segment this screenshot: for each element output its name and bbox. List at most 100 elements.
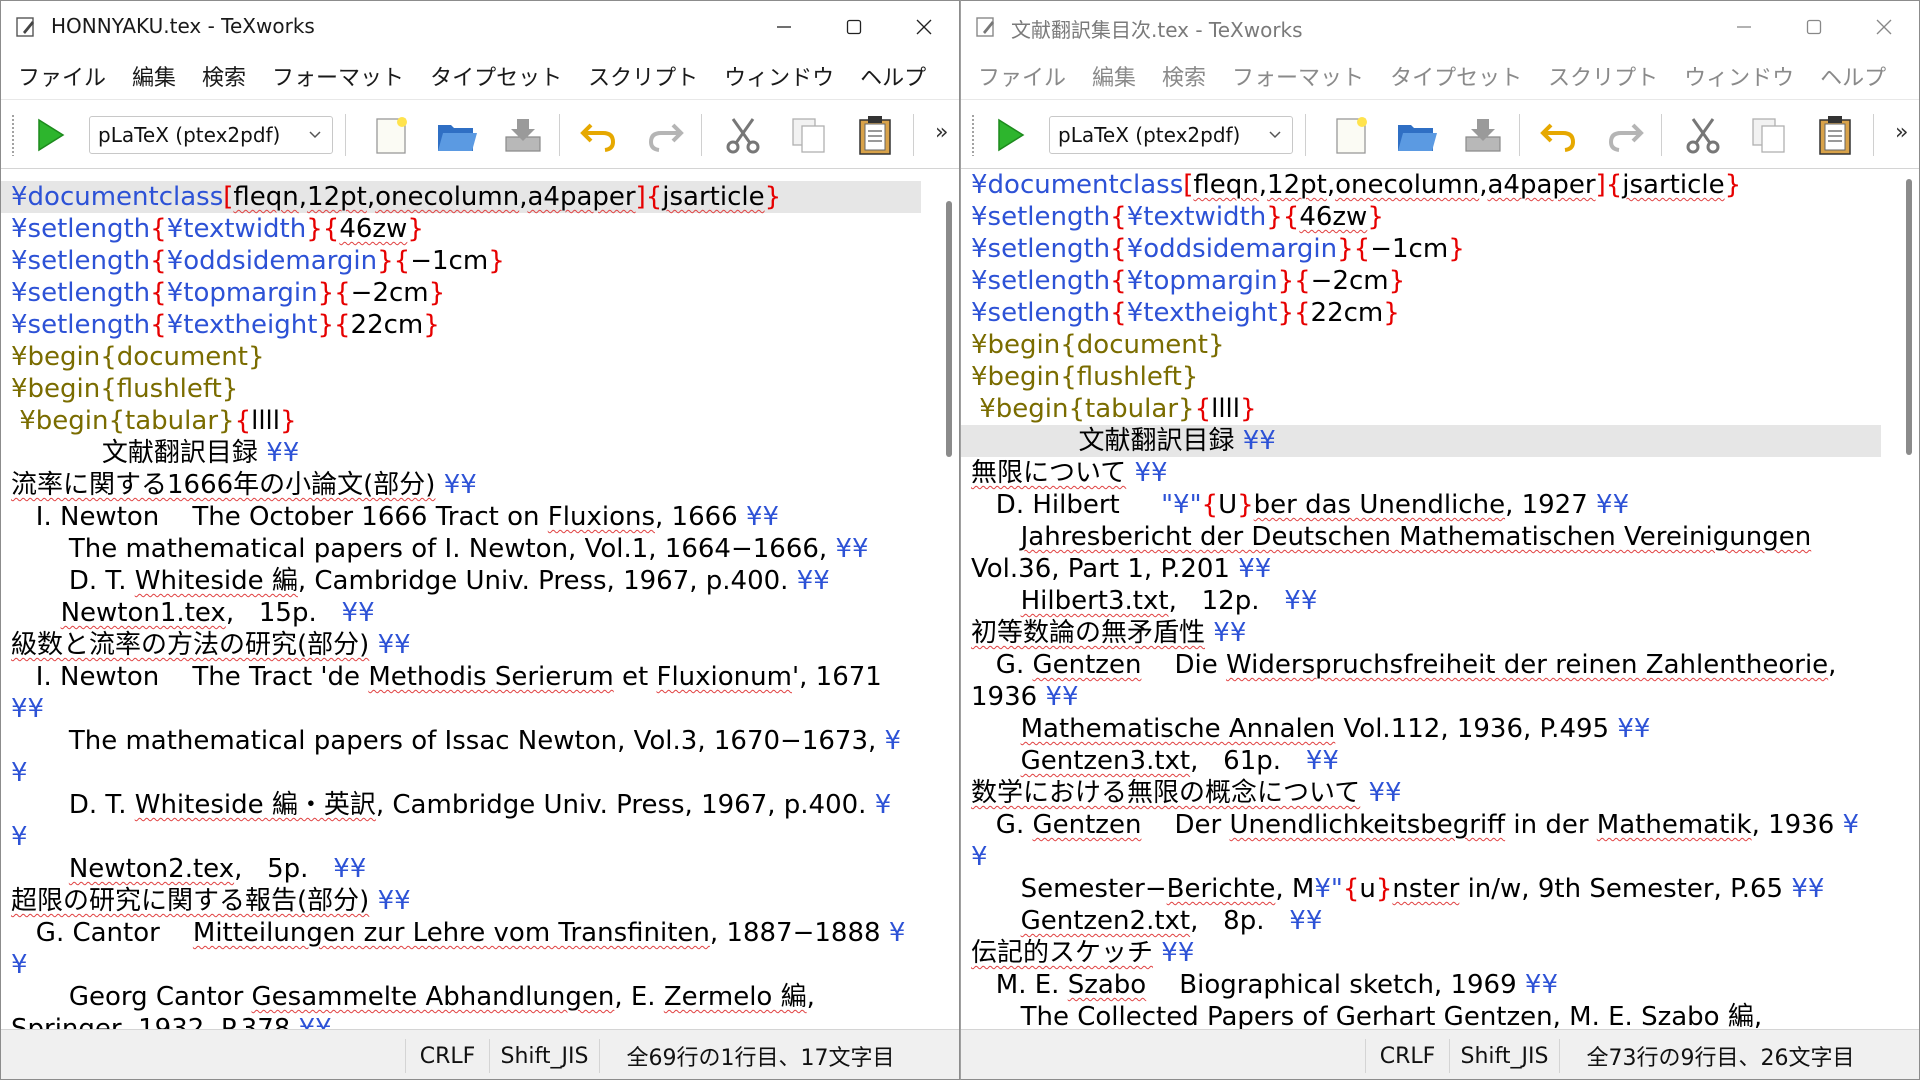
source-line[interactable]: D. T. Whiteside 編・英訳, Cambridge Univ. Pr… [11, 789, 891, 821]
minimize-button[interactable] [749, 1, 819, 53]
source-line[interactable]: ¥begin{flushleft} [971, 361, 1198, 393]
source-line[interactable]: 数学における無限の概念について ¥¥ [971, 777, 1402, 809]
source-line[interactable]: ¥setlength{¥textheight}{22cm} [11, 309, 440, 341]
vertical-scrollbar[interactable] [939, 169, 959, 1031]
source-line[interactable]: I. Newton The Tract 'de Methodis Serieru… [11, 661, 882, 693]
cursor-position-status[interactable]: 全73行の9行目、26文字目 [1559, 1039, 1881, 1073]
undo-button[interactable] [575, 112, 623, 158]
source-line[interactable]: ¥setlength{¥oddsidemargin}{−1cm} [11, 245, 505, 277]
source-line[interactable]: 文献翻訳目録 ¥¥ [11, 437, 299, 469]
source-line[interactable]: Georg Cantor Gesammelte Abhandlungen, E.… [11, 981, 815, 1013]
source-line[interactable]: Gentzen3.txt, 61p. ¥¥ [971, 745, 1339, 777]
source-line[interactable]: Newton2.tex, 5p. ¥¥ [11, 853, 366, 885]
source-line[interactable]: ¥documentclass[fleqn,12pt,onecolumn,a4pa… [971, 169, 1741, 201]
menu-search[interactable]: 検索 [1162, 60, 1206, 92]
menu-typeset[interactable]: タイプセット [1390, 60, 1522, 92]
source-line[interactable]: Hilbert3.txt, 12p. ¥¥ [971, 585, 1318, 617]
scrollbar-thumb[interactable] [1906, 179, 1912, 455]
current-source-line[interactable]: ¥documentclass[fleqn,12pt,onecolumn,a4pa… [1, 181, 921, 213]
source-line[interactable]: I. Newton The October 1666 Tract on Flux… [11, 501, 779, 533]
maximize-button[interactable] [819, 1, 889, 53]
source-line[interactable]: G. Cantor Mitteilungen zur Lehre vom Tra… [11, 917, 906, 949]
menu-edit[interactable]: 編集 [1092, 60, 1136, 92]
source-line[interactable]: ¥ [11, 949, 28, 981]
title-bar[interactable]: HONNYAKU.tex - TeXworks [1, 1, 959, 53]
source-line[interactable]: 級数と流率の方法の研究(部分) ¥¥ [11, 629, 411, 661]
copy-button[interactable] [785, 112, 833, 158]
overflow-chevron-icon[interactable]: » [935, 120, 948, 145]
menu-scripts[interactable]: スクリプト [1548, 60, 1658, 92]
source-line[interactable]: ¥ [11, 821, 28, 853]
source-line[interactable]: The mathematical papers of I. Newton, Vo… [11, 533, 869, 565]
scrollbar-thumb[interactable] [946, 201, 952, 457]
source-line[interactable]: The mathematical papers of Issac Newton,… [11, 725, 901, 757]
source-line[interactable]: The Collected Papers of Gerhart Gentzen,… [971, 1001, 1763, 1031]
source-editor[interactable]: ¥documentclass[fleqn,12pt,onecolumn,a4pa… [1, 169, 941, 1031]
new-file-button[interactable] [367, 112, 415, 158]
source-line[interactable]: ¥setlength{¥textheight}{22cm} [971, 297, 1400, 329]
line-ending-status[interactable]: CRLF [1365, 1039, 1449, 1073]
menu-format[interactable]: フォーマット [272, 60, 404, 92]
source-line[interactable]: ¥setlength{¥topmargin}{−2cm} [971, 265, 1405, 297]
open-button[interactable] [1393, 112, 1441, 158]
source-line[interactable]: ¥begin{tabular}{llll} [971, 393, 1256, 425]
source-line[interactable]: Newton1.tex, 15p. ¥¥ [11, 597, 375, 629]
undo-button[interactable] [1535, 112, 1583, 158]
source-line[interactable]: 超限の研究に関する報告(部分) ¥¥ [11, 885, 411, 917]
cut-button[interactable] [719, 112, 767, 158]
typeset-button[interactable] [25, 112, 73, 158]
close-button[interactable] [889, 1, 959, 53]
line-ending-status[interactable]: CRLF [405, 1039, 489, 1073]
paste-button[interactable] [851, 112, 899, 158]
source-line[interactable]: ¥¥ [11, 693, 44, 725]
current-source-line[interactable]: 文献翻訳目録 ¥¥ [961, 425, 1881, 457]
source-line[interactable]: 1936 ¥¥ [971, 681, 1079, 713]
overflow-chevron-icon[interactable]: » [1895, 120, 1908, 145]
typeset-button[interactable] [985, 112, 1033, 158]
source-line[interactable]: ¥setlength{¥oddsidemargin}{−1cm} [971, 233, 1465, 265]
source-line[interactable]: ¥setlength{¥topmargin}{−2cm} [11, 277, 445, 309]
toolbar-grip[interactable] [971, 114, 975, 156]
source-line[interactable]: 流率に関する1666年の小論文(部分) ¥¥ [11, 469, 477, 501]
save-button[interactable] [1459, 112, 1507, 158]
redo-button[interactable] [1601, 112, 1649, 158]
source-line[interactable]: G. Gentzen Der Unendlichkeitsbegriff in … [971, 809, 1859, 841]
menu-file[interactable]: ファイル [978, 60, 1066, 92]
menu-search[interactable]: 検索 [202, 60, 246, 92]
typeset-engine-select[interactable]: pLaTeX (ptex2pdf) [89, 116, 333, 154]
source-line[interactable]: ¥begin{flushleft} [11, 373, 238, 405]
menu-edit[interactable]: 編集 [132, 60, 176, 92]
cut-button[interactable] [1679, 112, 1727, 158]
menu-file[interactable]: ファイル [18, 60, 106, 92]
source-line[interactable]: Semester−Berichte, M¥"{u}nster in/w, 9th… [971, 873, 1825, 905]
copy-button[interactable] [1745, 112, 1793, 158]
source-line[interactable]: 初等数論の無矛盾性 ¥¥ [971, 617, 1246, 649]
encoding-status[interactable]: Shift_JIS [489, 1039, 599, 1073]
paste-button[interactable] [1811, 112, 1859, 158]
typeset-engine-select[interactable]: pLaTeX (ptex2pdf) [1049, 116, 1293, 154]
redo-button[interactable] [641, 112, 689, 158]
source-line[interactable]: ¥begin{document} [11, 341, 265, 373]
source-line[interactable]: Vol.36, Part 1, P.201 ¥¥ [971, 553, 1271, 585]
menu-format[interactable]: フォーマット [1232, 60, 1364, 92]
menu-window[interactable]: ウィンドウ [724, 60, 834, 92]
source-line[interactable]: ¥begin{tabular}{llll} [11, 405, 296, 437]
maximize-button[interactable] [1779, 1, 1849, 53]
toolbar-grip[interactable] [11, 114, 15, 156]
source-line[interactable]: ¥ [971, 841, 988, 873]
source-line[interactable]: ¥setlength{¥textwidth}{46zw} [11, 213, 424, 245]
minimize-button[interactable] [1709, 1, 1779, 53]
source-line[interactable]: Mathematische Annalen Vol.112, 1936, P.4… [971, 713, 1651, 745]
source-line[interactable]: ¥begin{document} [971, 329, 1225, 361]
source-line[interactable]: 伝記的スケッチ ¥¥ [971, 937, 1194, 969]
encoding-status[interactable]: Shift_JIS [1449, 1039, 1559, 1073]
save-button[interactable] [499, 112, 547, 158]
source-line[interactable]: ¥setlength{¥textwidth}{46zw} [971, 201, 1384, 233]
cursor-position-status[interactable]: 全69行の1行目、17文字目 [599, 1039, 921, 1073]
source-line[interactable]: M. E. Szabo Biographical sketch, 1969 ¥¥ [971, 969, 1558, 1001]
source-line[interactable]: D. T. Whiteside 編, Cambridge Univ. Press… [11, 565, 830, 597]
menu-help[interactable]: ヘルプ [860, 60, 926, 92]
menu-help[interactable]: ヘルプ [1820, 60, 1886, 92]
source-editor[interactable]: ¥documentclass[fleqn,12pt,onecolumn,a4pa… [961, 169, 1901, 1031]
close-button[interactable] [1849, 1, 1919, 53]
